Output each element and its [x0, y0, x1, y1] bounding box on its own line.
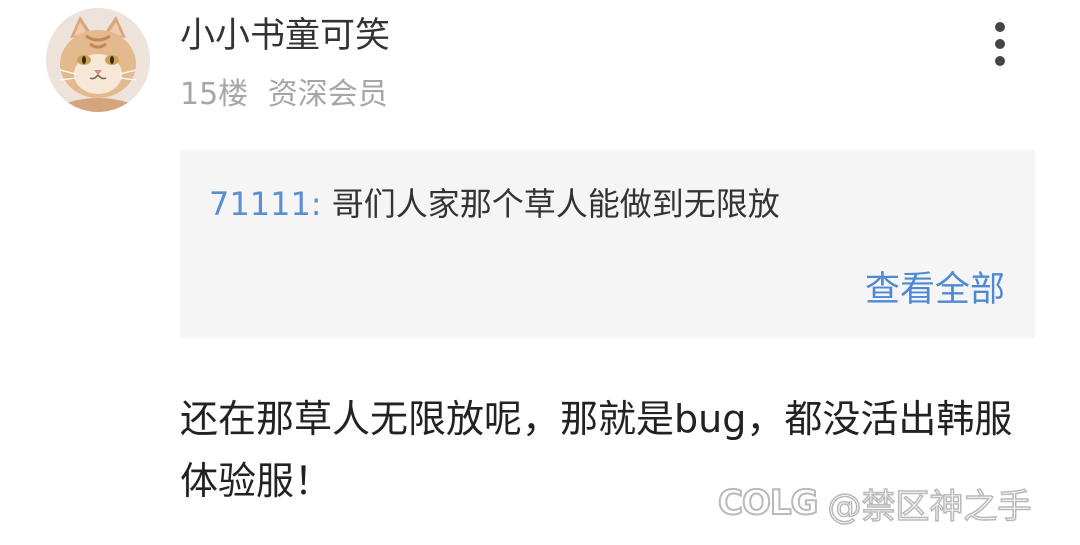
view-all-link[interactable]: 查看全部: [865, 266, 1005, 314]
username[interactable]: 小小书童可笑: [180, 12, 390, 60]
watermark: COLG @禁区神之手: [717, 480, 1033, 528]
comment-card: 小小书童可笑 15楼 资深会员 71111: 哥们人家那个草人能做到无限放 查看…: [0, 0, 1080, 545]
cat-avatar-image: [46, 8, 150, 112]
quoted-text: 哥们人家那个草人能做到无限放: [321, 185, 780, 223]
quoted-author[interactable]: 71111:: [209, 185, 322, 223]
watermark-author: @禁区神之手: [827, 486, 1033, 528]
quoted-reply-box[interactable]: 71111: 哥们人家那个草人能做到无限放 查看全部: [180, 150, 1035, 338]
user-avatar[interactable]: [46, 8, 150, 112]
colg-logo: COLG: [717, 482, 819, 524]
floor-number: 15楼: [180, 77, 249, 112]
quoted-reply: 71111: 哥们人家那个草人能做到无限放: [209, 180, 780, 228]
post-meta: 15楼 资深会员: [180, 74, 388, 116]
more-options-button[interactable]: [976, 14, 1024, 70]
member-level: 资深会员: [267, 77, 388, 112]
